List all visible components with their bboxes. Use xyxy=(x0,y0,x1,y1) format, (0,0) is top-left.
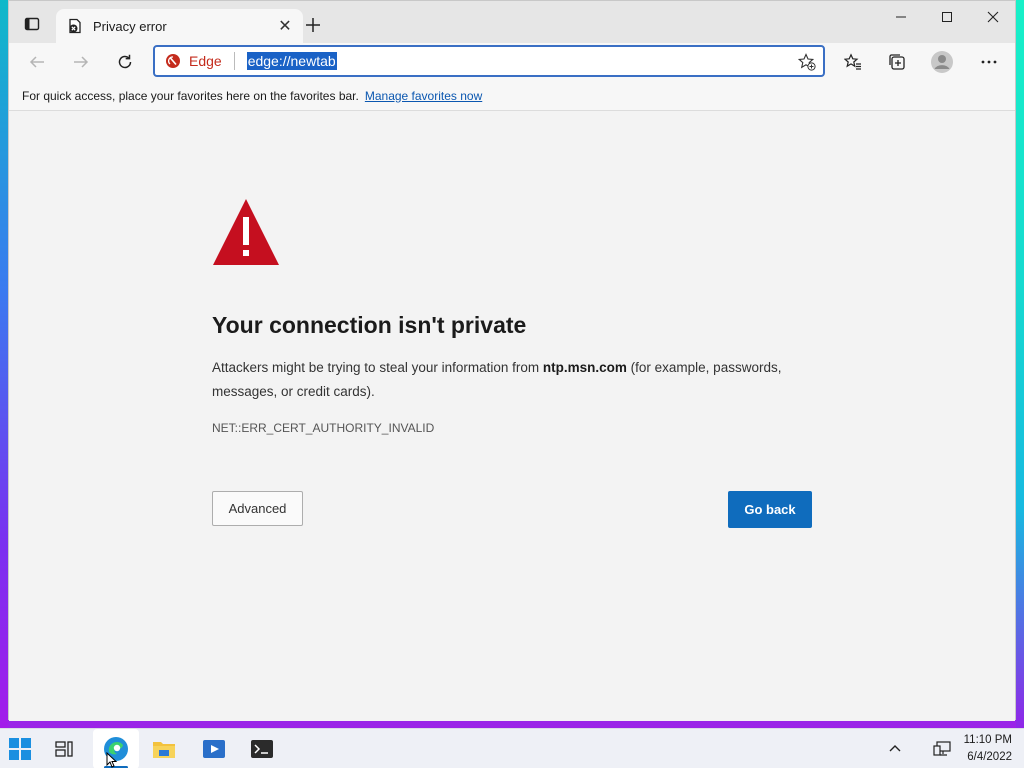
tab-title: Privacy error xyxy=(93,18,167,34)
favorites-bar: For quick access, place your favorites h… xyxy=(9,81,1015,111)
desktop-wallpaper-right xyxy=(1016,0,1024,728)
show-hidden-icons-button[interactable] xyxy=(875,729,915,768)
address-separator xyxy=(233,52,235,70)
taskbar-media-app[interactable] xyxy=(194,729,234,768)
add-favorite-button[interactable] xyxy=(797,52,817,72)
refresh-button[interactable] xyxy=(110,47,140,77)
error-description-prefix: Attackers might be trying to steal your … xyxy=(212,360,543,375)
site-info-chip[interactable]: Edge xyxy=(165,53,222,69)
close-window-button[interactable] xyxy=(970,1,1016,33)
toolbar: Edge edge://newtab xyxy=(9,43,1015,81)
favorites-bar-hint: For quick access, place your favorites h… xyxy=(22,88,359,103)
clock-date: 6/4/2022 xyxy=(967,751,1012,763)
task-view-button[interactable] xyxy=(44,729,84,768)
desktop-wallpaper-left xyxy=(0,0,8,728)
site-chip-label: Edge xyxy=(189,53,222,69)
folder-icon xyxy=(153,742,175,758)
forward-arrow-icon xyxy=(74,56,89,68)
address-bar[interactable]: Edge edge://newtab xyxy=(153,45,825,77)
collections-button[interactable] xyxy=(882,47,912,77)
taskbar: 11:10 PM 6/4/2022 xyxy=(0,728,1024,768)
star-add-icon xyxy=(798,53,816,71)
more-dots-icon xyxy=(981,60,997,64)
settings-more-button[interactable] xyxy=(974,47,1004,77)
error-title: Your connection isn't private xyxy=(212,312,527,338)
network-button[interactable] xyxy=(922,729,962,768)
forward-button[interactable] xyxy=(66,47,96,77)
tab-actions-icon xyxy=(24,17,40,31)
error-code: NET::ERR_CERT_AUTHORITY_INVALID xyxy=(212,421,435,435)
chevron-up-icon xyxy=(889,745,901,752)
media-player-icon xyxy=(203,740,225,758)
browser-window: Privacy error ✕ Edge edge://newtab For q… xyxy=(8,0,1016,721)
warning-triangle-icon xyxy=(213,199,279,265)
windows-logo-icon xyxy=(9,738,31,760)
clock-time: 11:10 PM xyxy=(963,734,1012,746)
terminal-icon xyxy=(251,740,273,758)
minimize-button[interactable] xyxy=(878,1,924,33)
maximize-icon xyxy=(942,12,952,22)
favorites-star-icon xyxy=(844,53,861,70)
minimize-icon xyxy=(896,16,906,18)
advanced-button[interactable]: Advanced xyxy=(212,491,303,526)
start-button[interactable] xyxy=(0,729,40,768)
tab-close-icon[interactable]: ✕ xyxy=(273,14,297,38)
profile-button[interactable] xyxy=(927,47,957,77)
network-icon xyxy=(933,741,951,756)
privacy-error-icon xyxy=(67,18,83,34)
back-arrow-icon xyxy=(29,56,44,68)
collections-icon xyxy=(889,54,905,70)
back-button[interactable] xyxy=(22,47,52,77)
tab-privacy-error[interactable]: Privacy error ✕ xyxy=(56,9,303,43)
go-back-button[interactable]: Go back xyxy=(728,491,812,528)
avatar-icon xyxy=(931,51,953,73)
error-page: Your connection isn't private Attackers … xyxy=(9,112,1015,721)
maximize-button[interactable] xyxy=(924,1,970,33)
close-icon xyxy=(987,11,999,23)
url-text[interactable]: edge://newtab xyxy=(246,52,337,70)
favorites-button[interactable] xyxy=(838,47,868,77)
manage-favorites-link[interactable]: Manage favorites now xyxy=(365,89,482,103)
system-clock[interactable]: 11:10 PM 6/4/2022 xyxy=(964,732,1012,766)
tab-bar: Privacy error ✕ xyxy=(9,1,1015,43)
error-description: Attackers might be trying to steal your … xyxy=(212,356,822,404)
tab-actions-button[interactable] xyxy=(21,13,43,35)
new-tab-button[interactable] xyxy=(301,13,325,37)
task-view-icon xyxy=(55,741,73,757)
not-secure-icon xyxy=(166,54,180,68)
refresh-icon xyxy=(118,54,132,69)
taskbar-file-explorer[interactable] xyxy=(144,729,184,768)
mouse-cursor-icon xyxy=(106,752,118,768)
plus-icon xyxy=(306,18,320,32)
error-host: ntp.msn.com xyxy=(542,360,627,375)
taskbar-terminal[interactable] xyxy=(242,729,282,768)
